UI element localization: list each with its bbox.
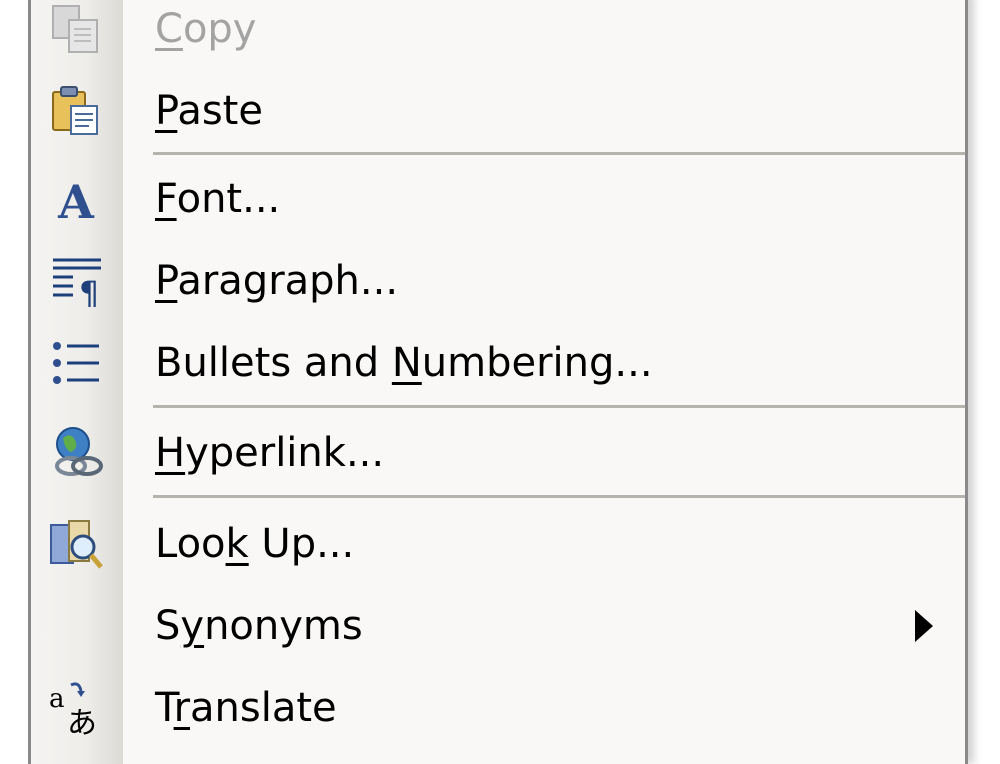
svg-text:a: a [49, 684, 65, 714]
menu-item-hyperlink[interactable]: Hyperlink... [31, 412, 965, 494]
menu-item-label: Bullets and Numbering... [155, 340, 653, 386]
menu-item-bullets-and-numbering[interactable]: Bullets and Numbering... [31, 322, 965, 404]
menu-item-label: Translate [155, 685, 337, 731]
menu-item-synonyms[interactable]: Synonyms [31, 585, 965, 667]
menu-item-look-up[interactable]: Look Up... [31, 503, 965, 585]
lookup-icon [50, 520, 103, 569]
menu-item-paste[interactable]: Paste [31, 70, 965, 152]
menu-separator [153, 495, 965, 498]
menu-item-label: Font... [155, 176, 281, 222]
menu-separator [153, 405, 965, 408]
menu-item-label: Paste [155, 88, 263, 134]
menu-item-translate[interactable]: a あ Translate [31, 667, 965, 749]
paste-icon [52, 86, 98, 135]
menu-item-label: Look Up... [155, 521, 355, 567]
submenu-arrow-icon [915, 610, 933, 642]
menu-item-paragraph[interactable]: ¶ Paragraph... [31, 240, 965, 322]
svg-text:あ: あ [67, 706, 97, 739]
menu-separator [153, 152, 965, 155]
menu-item-label: Hyperlink... [155, 430, 385, 476]
menu-item-font[interactable]: A Font... [31, 158, 965, 240]
font-icon: A [57, 175, 95, 229]
context-menu: Copy Paste A Font... ¶ Paragraph... Bull… [28, 0, 968, 764]
copy-icon [52, 5, 98, 53]
svg-text:A: A [57, 175, 95, 229]
menu-item-label: Paragraph... [155, 258, 399, 304]
translate-icon: a あ [49, 682, 97, 739]
svg-text:¶: ¶ [79, 274, 99, 312]
menu-item-copy[interactable]: Copy [31, 0, 965, 70]
menu-item-label: Synonyms [155, 603, 363, 649]
hyperlink-icon [55, 427, 103, 476]
bullets-icon [53, 342, 99, 384]
menu-item-label: Copy [155, 6, 257, 52]
paragraph-icon: ¶ [53, 258, 101, 312]
